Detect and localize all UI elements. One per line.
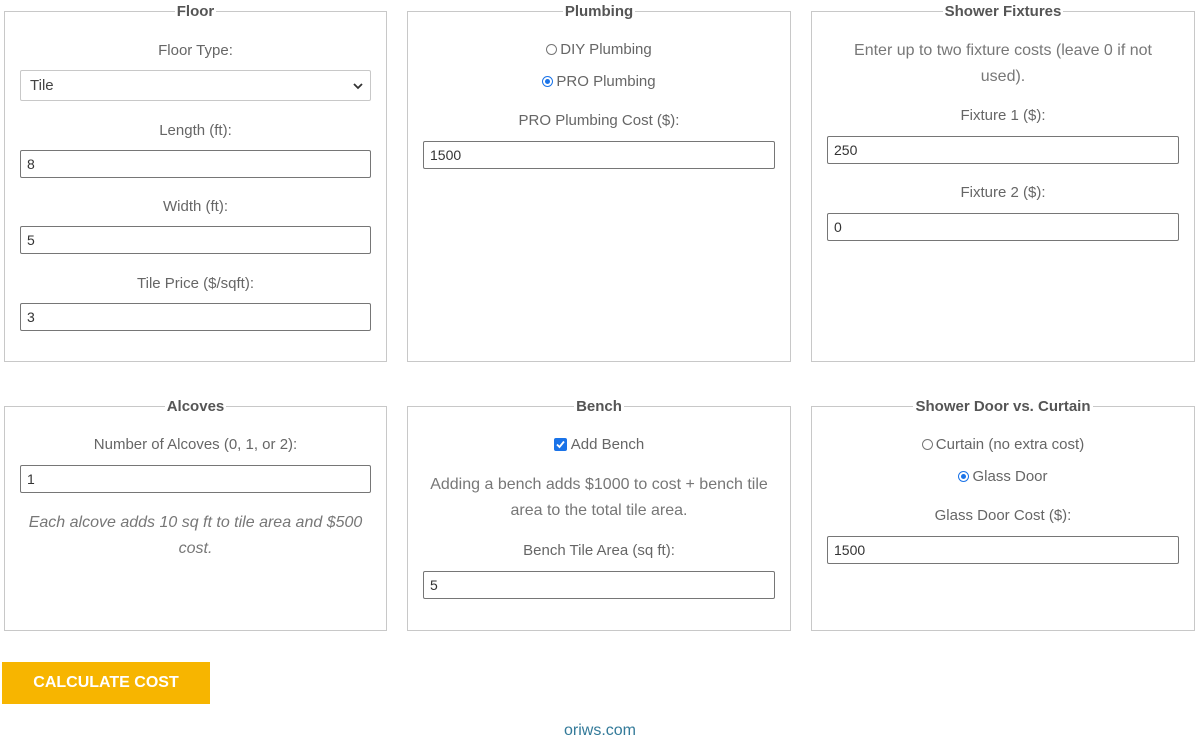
length-label: Length (ft): — [159, 122, 232, 139]
fixtures-panel: Shower Fixtures Enter up to two fixture … — [811, 3, 1195, 362]
floor-type-select[interactable]: Tile — [20, 70, 371, 101]
pro-plumbing-cost-input[interactable]: 1500 — [423, 141, 775, 169]
width-input[interactable]: 5 — [20, 226, 371, 254]
fixtures-note: Enter up to two fixture costs (leave 0 i… — [854, 42, 1152, 85]
glass-door-cost-label: Glass Door Cost ($): — [934, 507, 1072, 524]
floor-legend: Floor — [174, 3, 217, 20]
floor-type-label: Floor Type: — [158, 42, 233, 59]
add-bench-option[interactable]: Add Bench — [408, 435, 790, 455]
curtain-label: Curtain (no extra cost) — [935, 436, 1085, 453]
tile-price-label: Tile Price ($/sqft): — [137, 275, 254, 292]
bench-panel: Bench Add Bench Adding a bench adds $100… — [407, 398, 791, 631]
diy-plumbing-label: DIY Plumbing — [560, 41, 652, 58]
pro-plumbing-label: PRO Plumbing — [556, 73, 656, 90]
width-label: Width (ft): — [162, 198, 228, 215]
plumbing-panel: Plumbing DIY Plumbing PRO Plumbing PRO P… — [407, 3, 791, 362]
chevron-down-icon — [353, 83, 363, 90]
radio-unchecked-icon[interactable] — [921, 439, 933, 450]
alcoves-panel: Alcoves Number of Alcoves (0, 1, or 2): … — [4, 398, 387, 631]
pro-plumbing-cost-label: PRO Plumbing Cost ($): — [518, 112, 680, 129]
alcoves-count-label: Number of Alcoves (0, 1, or 2): — [93, 436, 298, 453]
fixture1-label: Fixture 1 ($): — [960, 107, 1046, 124]
alcoves-count-input[interactable]: 1 — [20, 465, 371, 493]
alcoves-legend: Alcoves — [164, 398, 227, 415]
radio-checked-icon[interactable] — [542, 76, 554, 87]
fixture2-input[interactable]: 0 — [827, 213, 1179, 241]
alcoves-note: Each alcove adds 10 sq ft to tile area a… — [28, 514, 363, 557]
door-panel: Shower Door vs. Curtain Curtain (no extr… — [811, 398, 1195, 631]
diy-plumbing-option[interactable]: DIY Plumbing — [408, 40, 790, 60]
bench-note: Adding a bench adds $1000 to cost + benc… — [430, 476, 768, 519]
bench-area-input[interactable]: 5 — [423, 571, 775, 599]
radio-checked-icon[interactable] — [958, 471, 970, 482]
floor-panel: Floor Floor Type: Tile Length (ft): 8 Wi… — [4, 3, 387, 362]
calculate-cost-button[interactable]: CALCULATE COST — [2, 662, 210, 704]
curtain-option[interactable]: Curtain (no extra cost) — [812, 435, 1194, 455]
bench-area-label: Bench Tile Area (sq ft): — [523, 542, 675, 559]
glass-door-option[interactable]: Glass Door — [812, 467, 1194, 487]
floor-type-value: Tile — [30, 77, 54, 94]
fixture2-label: Fixture 2 ($): — [960, 184, 1046, 201]
glass-door-label: Glass Door — [972, 468, 1048, 485]
checkbox-checked-icon[interactable] — [553, 438, 567, 451]
radio-unchecked-icon[interactable] — [546, 44, 558, 55]
bench-legend: Bench — [574, 398, 624, 415]
glass-door-cost-input[interactable]: 1500 — [827, 536, 1179, 564]
footer-link[interactable]: oriws.com — [564, 722, 636, 739]
plumbing-legend: Plumbing — [562, 3, 636, 20]
length-input[interactable]: 8 — [20, 150, 371, 178]
pro-plumbing-option[interactable]: PRO Plumbing — [408, 72, 790, 92]
fixtures-legend: Shower Fixtures — [942, 3, 1064, 20]
door-legend: Shower Door vs. Curtain — [913, 398, 1093, 415]
fixture1-input[interactable]: 250 — [827, 136, 1179, 164]
tile-price-input[interactable]: 3 — [20, 303, 371, 331]
add-bench-label: Add Bench — [570, 436, 645, 453]
